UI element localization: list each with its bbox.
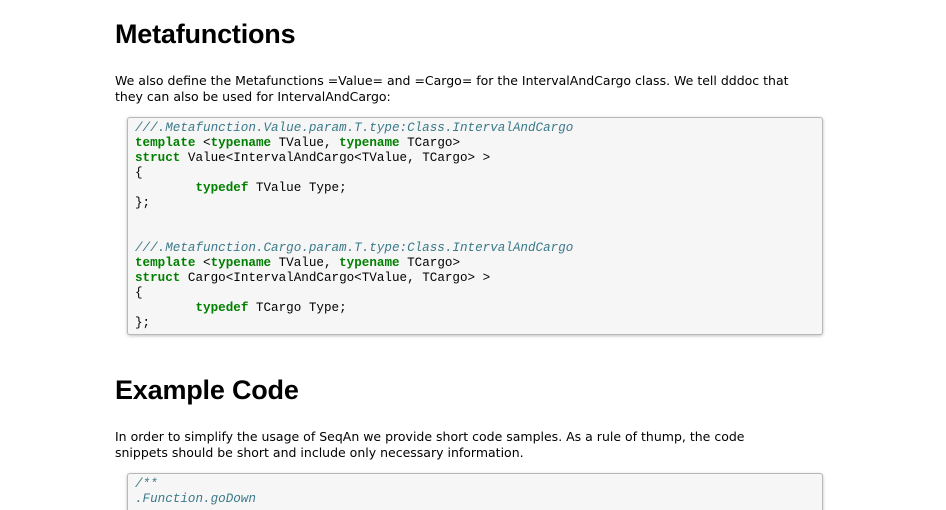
paragraph-line: they can also be used for IntervalAndCar… [115, 89, 391, 104]
code-line: template <typename TValue, typename TCar… [135, 256, 822, 271]
code-text: < [195, 136, 211, 150]
code-text: TValue, [271, 256, 340, 270]
code-line: }; [135, 196, 822, 211]
code-keyword: struct [135, 271, 181, 285]
code-text: { [135, 166, 143, 180]
section-heading-example-code: Example Code [115, 375, 299, 405]
paragraph-line: We also define the Metafunctions =Value=… [115, 73, 789, 88]
code-text: Value<IntervalAndCargo<TValue, TCargo> > [180, 151, 491, 165]
code-line: template <typename TValue, typename TCar… [135, 136, 822, 151]
code-keyword: template [135, 136, 196, 150]
code-text: Cargo<IntervalAndCargo<TValue, TCargo> > [180, 271, 491, 285]
code-comment: .Function.goDown [135, 492, 256, 506]
code-text: < [195, 256, 211, 270]
code-comment: /** [135, 477, 158, 491]
code-line: { [135, 286, 822, 301]
code-text: TCargo> [399, 136, 461, 150]
code-line: typedef TValue Type; [135, 181, 822, 196]
code-listing: /** .Function.goDown [135, 477, 822, 507]
code-listing: ///.Metafunction.Value.param.T.type:Clas… [135, 121, 822, 331]
code-line: struct Cargo<IntervalAndCargo<TValue, TC… [135, 271, 822, 286]
code-comment: ///.Metafunction.Cargo.param.T.type:Clas… [135, 241, 574, 255]
code-line: { [135, 166, 822, 181]
section-heading-metafunctions: Metafunctions [115, 19, 296, 49]
code-keyword: typedef [195, 301, 249, 315]
code-keyword: typename [210, 136, 272, 150]
code-keyword: template [135, 256, 196, 270]
code-comment: ///.Metafunction.Value.param.T.type:Clas… [135, 121, 574, 135]
code-text: TValue, [271, 136, 340, 150]
code-block-metafunctions: ///.Metafunction.Value.param.T.type:Clas… [127, 117, 823, 335]
code-line: ///.Metafunction.Value.param.T.type:Clas… [135, 121, 822, 136]
code-line: /** [135, 477, 822, 492]
code-line: struct Value<IntervalAndCargo<TValue, TC… [135, 151, 822, 166]
code-line: }; [135, 316, 822, 331]
code-keyword: typename [339, 256, 400, 270]
code-line: typedef TCargo Type; [135, 301, 822, 316]
section-paragraph-metafunctions: We also define the Metafunctions =Value=… [115, 73, 789, 105]
code-text: { [135, 286, 143, 300]
section-paragraph-example-code: In order to simplify the usage of SeqAn … [115, 429, 744, 461]
code-line: ///.Metafunction.Cargo.param.T.type:Clas… [135, 241, 822, 256]
paragraph-line: snippets should be short and include onl… [115, 445, 524, 460]
code-block-example: /** .Function.goDown [127, 473, 823, 510]
code-text: }; [135, 196, 151, 210]
paragraph-line: In order to simplify the usage of SeqAn … [115, 429, 745, 444]
code-keyword: typename [339, 136, 400, 150]
code-text: TValue Type; [248, 181, 347, 195]
code-keyword: typename [210, 256, 272, 270]
code-keyword: struct [135, 151, 181, 165]
code-keyword: typedef [195, 181, 249, 195]
code-text: TCargo Type; [248, 301, 347, 315]
code-text: }; [135, 316, 151, 330]
code-text: TCargo> [399, 256, 461, 270]
code-line: .Function.goDown [135, 492, 822, 507]
